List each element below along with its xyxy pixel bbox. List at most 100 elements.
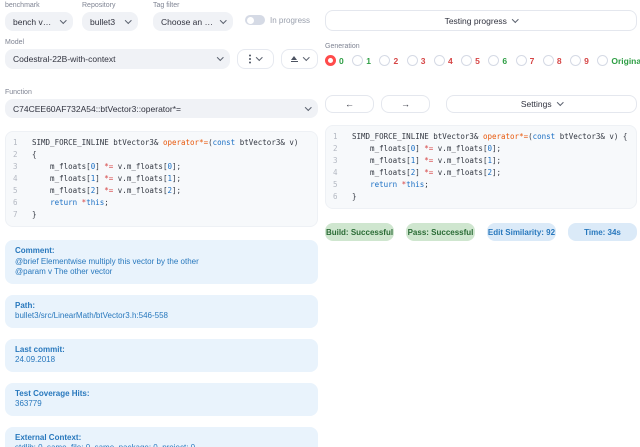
in-progress-label: In progress [270,16,310,25]
code-line: 7} [13,209,313,221]
export-button[interactable] [281,49,318,69]
repository-select[interactable]: bullet3 [82,12,138,31]
line-number: 2 [333,143,343,155]
generation-option-label: 2 [393,56,398,66]
code-line: 3 m_floats[0] *= v.m_floats[0]; [13,161,313,173]
generation-option-7[interactable]: 7 [516,55,535,66]
repository-label: Repository [82,2,138,9]
generation-label: Generation [325,43,637,50]
model-menu-button[interactable] [237,49,274,69]
tag-filter-field: Tag filter Choose an option [153,2,233,31]
function-value: C74CEE60AF732A54::btVector3::operator*= [13,104,181,114]
prev-button[interactable]: ← [325,95,374,113]
generation-option-label: 8 [557,56,562,66]
code-block-reference: 1SIMD_FORCE_INLINE btVector3& operator*=… [5,131,318,227]
code-line: 5 m_floats[2] *= v.m_floats[2]; [13,185,313,197]
pass-status-pill: Pass: Successful [406,223,475,241]
generation-option-original[interactable]: Original [597,55,640,66]
last-commit-title: Last commit: [15,345,308,356]
benchmark-select[interactable]: bench v2.6 [5,12,73,31]
tag-filter-label: Tag filter [153,2,233,9]
generation-option-9[interactable]: 9 [570,55,589,66]
radio-icon [379,55,390,66]
generation-option-label: 1 [366,56,371,66]
toggle-knob-icon [247,17,254,24]
radio-icon [488,55,499,66]
navigation-row: ← → Settings [325,95,637,113]
generation-option-4[interactable]: 4 [434,55,453,66]
next-button[interactable]: → [381,95,430,113]
test-coverage-hits-title: Test Coverage Hits: [15,389,308,400]
edit-similarity-pill: Edit Similarity: 92 [487,223,556,241]
app-root: benchmark bench v2.6 Repository bullet3 … [0,0,640,447]
generation-option-label: 3 [421,56,426,66]
code-line: 4 m_floats[1] *= v.m_floats[1]; [13,173,313,185]
tag-filter-select[interactable]: Choose an option [153,12,233,31]
radio-icon [461,55,472,66]
chevron-down-icon [305,104,311,110]
code-line: 2 m_floats[0] *= v.m_floats[0]; [333,143,632,155]
generation-option-label: 0 [339,56,344,66]
code-line: 3 m_floats[1] *= v.m_floats[1]; [333,155,632,167]
code-line: 2{ [13,149,313,161]
chevron-down-icon [512,16,518,22]
generation-option-label: 7 [530,56,535,66]
model-label: Model [5,39,318,46]
radio-icon [570,55,581,66]
in-progress-toggle[interactable]: In progress [245,15,310,25]
line-number: 5 [13,185,23,197]
repository-value: bullet3 [90,17,115,27]
eject-icon [291,56,298,63]
radio-icon [325,55,336,66]
radio-icon [352,55,363,66]
generation-option-8[interactable]: 8 [543,55,562,66]
line-number: 3 [13,161,23,173]
radio-icon [516,55,527,66]
code-line: 5 return *this; [333,179,632,191]
time-pill: Time: 34s [568,223,637,241]
benchmark-label: benchmark [5,2,73,9]
line-number: 2 [13,149,23,161]
comment-line: @brief Elementwise multiply this vector … [15,257,308,268]
model-select[interactable]: Codestral-22B-with-context [5,49,230,69]
generation-option-label: Original [611,56,640,66]
generation-option-1[interactable]: 1 [352,55,371,66]
settings-label: Settings [521,99,552,109]
settings-button[interactable]: Settings [446,95,637,113]
status-pills-row: Build: SuccessfulPass: SuccessfulEdit Si… [325,223,637,241]
line-number: 3 [333,155,343,167]
external-context-box: External Context:stdlib: 0, same_file: 0… [5,427,318,447]
code-line: 6 return *this; [13,197,313,209]
last-commit-line: 24.09.2018 [15,355,308,366]
generation-option-6[interactable]: 6 [488,55,507,66]
line-number: 4 [333,167,343,179]
test-coverage-hits-line: 363779 [15,399,308,410]
function-field: Function C74CEE60AF732A54::btVector3::op… [5,89,318,118]
radio-icon [543,55,554,66]
generation-option-5[interactable]: 5 [461,55,480,66]
radio-icon [434,55,445,66]
right-column: Testing progress Generation 0123456789Or… [325,3,637,241]
chevron-down-icon [303,54,309,60]
line-number: 1 [333,131,343,143]
comment-line: @param v The other vector [15,267,308,278]
code-line: 1SIMD_FORCE_INLINE btVector3& operator*=… [13,137,313,149]
code-line: 4 m_floats[2] *= v.m_floats[2]; [333,167,632,179]
function-label: Function [5,89,318,96]
generation-option-0[interactable]: 0 [325,55,344,66]
radio-icon [407,55,418,66]
toggle-track-icon [245,15,265,25]
path-title: Path: [15,301,308,312]
chevron-down-icon [125,17,131,23]
generation-option-2[interactable]: 2 [379,55,398,66]
chevron-down-icon [217,54,223,60]
generation-option-3[interactable]: 3 [407,55,426,66]
testing-progress-button[interactable]: Testing progress [325,10,637,31]
function-select[interactable]: C74CEE60AF732A54::btVector3::operator*= [5,99,318,118]
chevron-down-icon [256,54,262,60]
tag-filter-value: Choose an option [161,17,215,27]
code-line: 6} [333,191,632,203]
testing-progress-label: Testing progress [445,16,507,26]
line-number: 4 [13,173,23,185]
chevron-down-icon [220,17,226,23]
